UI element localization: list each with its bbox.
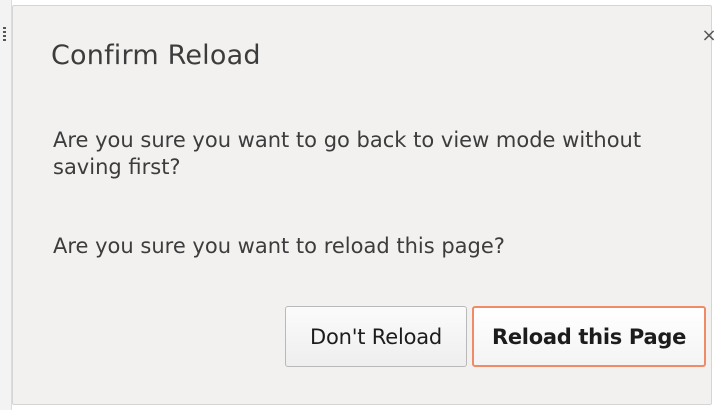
close-icon[interactable]: × [697,24,719,48]
dialog-title: Confirm Reload [51,40,261,71]
reload-this-page-button[interactable]: Reload this Page [472,306,706,367]
dialog-question: Are you sure you want to reload this pag… [53,234,505,258]
confirm-reload-dialog: × Confirm Reload Are you sure you want t… [12,5,717,405]
drag-handle-icon [3,27,6,43]
browser-viewport: × Confirm Reload Are you sure you want t… [0,0,719,410]
dialog-message: Are you sure you want to go back to view… [53,128,642,179]
dont-reload-button[interactable]: Don't Reload [285,306,467,367]
left-page-edge [0,0,12,410]
